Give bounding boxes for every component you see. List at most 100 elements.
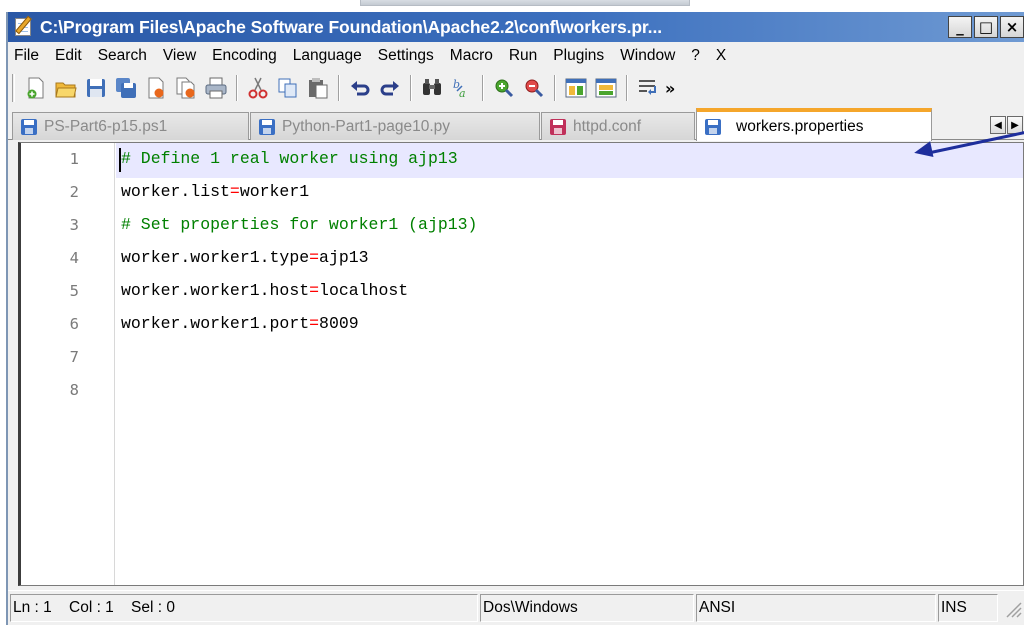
menu-close-document[interactable]: X xyxy=(708,47,734,65)
toolbar-overflow-chevron[interactable]: » xyxy=(665,79,675,98)
menu-bar: File Edit Search View Encoding Language … xyxy=(8,42,1024,70)
menu-encoding[interactable]: Encoding xyxy=(204,47,285,65)
assign-operator: = xyxy=(309,248,320,267)
line-number: 1 xyxy=(69,150,79,168)
toolbar-separator xyxy=(410,75,412,101)
word-wrap-icon[interactable] xyxy=(636,76,660,100)
zoom-out-icon[interactable] xyxy=(522,76,546,100)
save-icon[interactable] xyxy=(84,76,108,100)
menu-run[interactable]: Run xyxy=(501,47,545,65)
sync-horizontal-icon[interactable] xyxy=(594,76,618,100)
notepad-app-icon[interactable] xyxy=(12,15,36,38)
status-eol-format: Dos\Windows xyxy=(480,594,694,622)
status-bar: Ln : 1 Col : 1 Sel : 0 Dos\Windows ANSI … xyxy=(8,590,1024,625)
tab-label: Python-Part1-page10.py xyxy=(282,117,451,135)
property-key: worker.worker1.port xyxy=(121,314,310,333)
toolbar-separator xyxy=(236,75,238,101)
status-mode-text: INS xyxy=(941,599,967,616)
code-line: worker.list=worker1 xyxy=(121,182,309,201)
menu-settings[interactable]: Settings xyxy=(370,47,442,65)
paste-icon[interactable] xyxy=(306,76,330,100)
line-number: 5 xyxy=(69,282,79,300)
line-number: 8 xyxy=(69,381,79,399)
saved-file-icon xyxy=(705,118,721,135)
assign-operator: = xyxy=(309,314,320,333)
toolbar-separator xyxy=(626,75,628,101)
minimize-button[interactable]: _ xyxy=(948,16,972,38)
line-number: 6 xyxy=(69,315,79,333)
property-value: localhost xyxy=(319,281,409,300)
property-key: worker.worker1.type xyxy=(121,248,310,267)
assign-operator: = xyxy=(229,182,240,201)
close-button[interactable]: × xyxy=(1000,16,1024,38)
replace-icon[interactable]: ba xyxy=(450,76,474,100)
tab-python-part1[interactable]: Python-Part1-page10.py xyxy=(250,112,540,140)
assign-operator: = xyxy=(309,281,320,300)
status-eol-text: Dos\Windows xyxy=(483,599,578,616)
find-icon[interactable] xyxy=(420,76,444,100)
zoom-in-icon[interactable] xyxy=(492,76,516,100)
toolbar-grip[interactable] xyxy=(12,74,15,102)
unsaved-file-icon xyxy=(550,118,566,135)
property-value: ajp13 xyxy=(319,248,369,267)
menu-plugins[interactable]: Plugins xyxy=(545,47,612,65)
menu-edit[interactable]: Edit xyxy=(47,47,90,65)
line-number: 7 xyxy=(69,348,79,366)
close-all-icon[interactable] xyxy=(174,76,198,100)
menu-macro[interactable]: Macro xyxy=(442,47,501,65)
toolbar: ba » xyxy=(8,70,1024,106)
menu-search[interactable]: Search xyxy=(90,47,155,65)
open-folder-icon[interactable] xyxy=(54,76,78,100)
status-cursor-text: Ln : 1 Col : 1 Sel : 0 xyxy=(13,599,175,616)
status-encoding: ANSI xyxy=(696,594,936,622)
window-controls: _ □ × xyxy=(948,16,1024,38)
code-line: worker.worker1.port=8009 xyxy=(121,314,359,333)
property-value: worker1 xyxy=(239,182,310,201)
toolbar-separator xyxy=(482,75,484,101)
tab-label: httpd.conf xyxy=(573,117,642,135)
copy-icon[interactable] xyxy=(276,76,300,100)
line-number: 4 xyxy=(69,249,79,267)
print-icon[interactable] xyxy=(204,76,228,100)
tab-httpd-conf[interactable]: httpd.conf xyxy=(541,112,695,140)
sync-vertical-icon[interactable] xyxy=(564,76,588,100)
code-line-comment: # Set properties for worker1 (ajp13) xyxy=(121,215,478,234)
title-bar[interactable]: C:\Program Files\Apache Software Foundat… xyxy=(8,12,1024,42)
code-editor[interactable]: 1 2 3 4 5 6 7 8 # Define 1 real worker u… xyxy=(18,142,1024,586)
background-taskbar-tab xyxy=(360,0,690,6)
toolbar-separator xyxy=(554,75,556,101)
tab-label: workers.properties xyxy=(736,117,864,135)
saved-file-icon xyxy=(21,118,37,135)
maximize-button[interactable]: □ xyxy=(974,16,998,38)
menu-window[interactable]: Window xyxy=(612,47,683,65)
code-line: worker.worker1.host=localhost xyxy=(121,281,408,300)
cut-icon[interactable] xyxy=(246,76,270,100)
close-file-icon[interactable] xyxy=(144,76,168,100)
toolbar-separator xyxy=(338,75,340,101)
resize-grip-icon[interactable] xyxy=(1000,594,1024,622)
document-tab-bar: PS-Part6-p15.ps1 Python-Part1-page10.py … xyxy=(8,108,1024,141)
notepad-plus-plus-window: C:\Program Files\Apache Software Foundat… xyxy=(6,12,1024,625)
tab-ps-part6[interactable]: PS-Part6-p15.ps1 xyxy=(12,112,249,140)
undo-icon[interactable] xyxy=(348,76,372,100)
status-insert-mode: INS xyxy=(938,594,998,622)
line-number: 3 xyxy=(69,216,79,234)
menu-help[interactable]: ? xyxy=(683,47,708,65)
property-key: worker.worker1.host xyxy=(121,281,310,300)
tab-scroll-left-button[interactable]: ◀ xyxy=(990,116,1006,134)
tab-label: PS-Part6-p15.ps1 xyxy=(44,117,168,135)
redo-icon[interactable] xyxy=(378,76,402,100)
status-cursor-position: Ln : 1 Col : 1 Sel : 0 xyxy=(10,594,478,622)
menu-language[interactable]: Language xyxy=(285,47,370,65)
save-all-icon[interactable] xyxy=(114,76,138,100)
code-line-comment: # Define 1 real worker using ajp13 xyxy=(121,149,458,168)
property-value: 8009 xyxy=(319,314,359,333)
menu-view[interactable]: View xyxy=(155,47,204,65)
new-file-icon[interactable] xyxy=(24,76,48,100)
property-key: worker.list xyxy=(121,182,230,201)
code-line: worker.worker1.type=ajp13 xyxy=(121,248,369,267)
status-encoding-text: ANSI xyxy=(699,599,736,616)
line-number: 2 xyxy=(69,183,79,201)
menu-file[interactable]: File xyxy=(8,47,47,65)
tab-workers-properties[interactable]: workers.properties xyxy=(696,108,932,141)
